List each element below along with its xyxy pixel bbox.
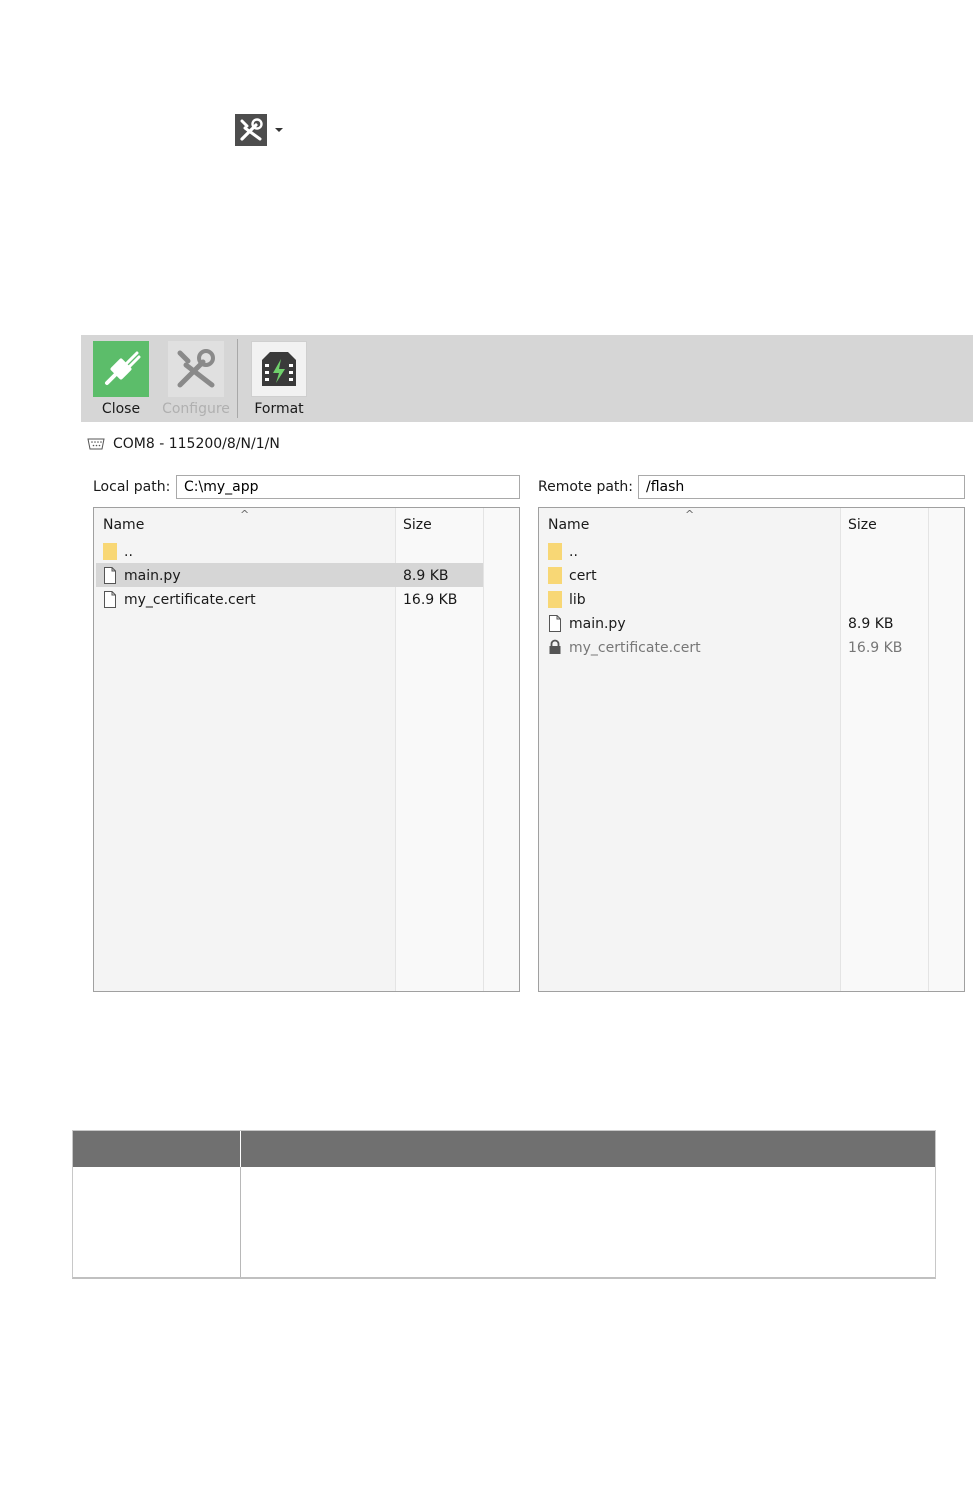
remote-row-main-py[interactable]: main.py 8.9 KB [541, 611, 928, 635]
remote-path-label: Remote path: [538, 479, 634, 495]
column-header-size[interactable]: Size [848, 517, 877, 533]
sort-ascending-icon: ^ [240, 508, 250, 521]
connection-status: COM8 - 115200/8/N/1/N [87, 436, 280, 452]
file-size: 8.9 KB [403, 568, 449, 584]
file-name: .. [569, 544, 578, 560]
configure-button[interactable]: Configure [161, 335, 231, 422]
file-name: main.py [569, 616, 626, 632]
remote-list-header: ^ Name Size [539, 508, 964, 538]
file-icon [104, 567, 116, 584]
table-header [73, 1131, 935, 1167]
serial-port-icon [87, 438, 105, 450]
local-row-parent[interactable]: .. [96, 539, 483, 563]
format-button[interactable]: Format [249, 335, 309, 422]
file-icon [104, 591, 116, 608]
local-list-header: ^ Name Size [94, 508, 519, 538]
file-size: 16.9 KB [403, 592, 458, 608]
plug-icon [93, 341, 149, 397]
folder-icon [548, 567, 562, 584]
file-size: 16.9 KB [848, 640, 903, 656]
local-path-input[interactable] [176, 475, 520, 499]
local-row-main-py[interactable]: main.py 8.9 KB [96, 563, 483, 587]
file-name: my_certificate.cert [124, 592, 256, 608]
column-header-name[interactable]: Name [103, 517, 144, 533]
caret-down-icon [275, 128, 283, 132]
remote-path-input[interactable] [638, 475, 965, 499]
local-row-certificate[interactable]: my_certificate.cert 16.9 KB [96, 587, 483, 611]
file-name: main.py [124, 568, 181, 584]
file-icon [549, 615, 561, 632]
format-label: Format [254, 401, 304, 417]
folder-icon [548, 591, 562, 608]
configure-dropdown-button[interactable] [235, 114, 291, 146]
lock-icon [549, 639, 561, 654]
configure-icon [235, 114, 267, 146]
local-file-list[interactable]: ^ Name Size .. main.py 8.9 KB my_certifi… [93, 507, 520, 992]
remote-row-certificate[interactable]: my_certificate.cert 16.9 KB [541, 635, 928, 659]
info-table [72, 1130, 936, 1279]
close-button[interactable]: Close [89, 335, 153, 422]
configure-label: Configure [162, 401, 230, 417]
toolbar-separator [237, 339, 238, 418]
remote-row-cert[interactable]: cert [541, 563, 928, 587]
remote-row-parent[interactable]: .. [541, 539, 928, 563]
folder-icon [103, 543, 117, 560]
tools-icon [168, 341, 224, 397]
column-header-name[interactable]: Name [548, 517, 589, 533]
column-header-size[interactable]: Size [403, 517, 432, 533]
toolbar: Close Configure Format [81, 335, 973, 422]
local-path-label: Local path: [93, 479, 171, 495]
file-name: cert [569, 568, 597, 584]
file-name: lib [569, 592, 586, 608]
remote-file-list[interactable]: ^ Name Size .. cert lib main.py 8.9 KB m… [538, 507, 965, 992]
folder-icon [548, 543, 562, 560]
format-chip-icon [251, 341, 307, 397]
table-column-divider [240, 1167, 241, 1277]
file-name: my_certificate.cert [569, 640, 701, 656]
sort-ascending-icon: ^ [685, 508, 695, 521]
connection-text: COM8 - 115200/8/N/1/N [113, 436, 280, 452]
file-size: 8.9 KB [848, 616, 894, 632]
file-name: .. [124, 544, 133, 560]
remote-row-lib[interactable]: lib [541, 587, 928, 611]
close-label: Close [101, 401, 141, 417]
